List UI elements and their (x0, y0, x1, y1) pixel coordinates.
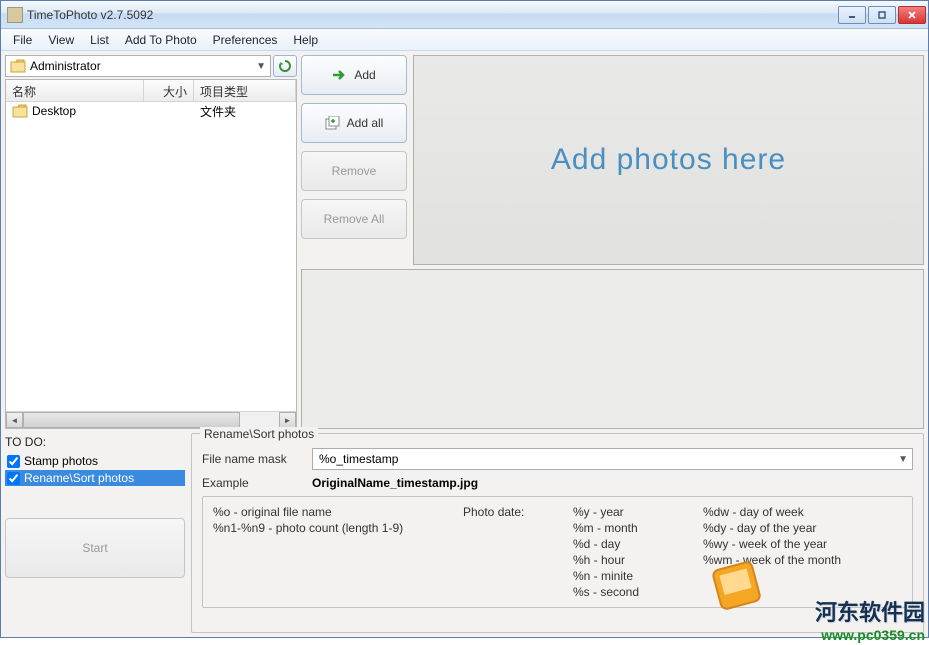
app-window: TimeToPhoto v2.7.5092 File View List Add… (0, 0, 929, 638)
menu-help[interactable]: Help (285, 31, 326, 49)
help-d: %d - day (573, 537, 673, 551)
todo-item-rename[interactable]: Rename\Sort photos (5, 470, 185, 486)
col-type[interactable]: 项目类型 (194, 80, 296, 101)
scroll-thumb[interactable] (23, 412, 240, 428)
example-value: OriginalName_timestamp.jpg (312, 476, 478, 490)
todo-list: Stamp photos Rename\Sort photos (5, 453, 185, 486)
todo-panel: TO DO: Stamp photos Rename\Sort photos S… (5, 433, 185, 633)
file-list-header: 名称 大小 项目类型 (6, 80, 296, 102)
remove-all-label: Remove All (324, 212, 385, 226)
titlebar: TimeToPhoto v2.7.5092 (1, 1, 928, 29)
todo-heading: TO DO: (5, 435, 185, 449)
horizontal-scrollbar[interactable]: ◄ ► (6, 411, 296, 428)
help-y: %y - year (573, 505, 673, 519)
col-size[interactable]: 大小 (144, 80, 194, 101)
menu-view[interactable]: View (40, 31, 82, 49)
start-button[interactable]: Start (5, 518, 185, 578)
menu-add-to-photo[interactable]: Add To Photo (117, 31, 205, 49)
maximize-button[interactable] (868, 6, 896, 24)
remove-all-button[interactable]: Remove All (301, 199, 407, 239)
stamp-label: Stamp photos (24, 454, 98, 468)
app-icon (7, 7, 23, 23)
help-dy: %dy - day of the year (703, 521, 841, 535)
scroll-left-icon[interactable]: ◄ (6, 412, 23, 428)
preview-placeholder: Add photos here (551, 143, 786, 177)
window-title: TimeToPhoto v2.7.5092 (27, 8, 838, 22)
rename-legend: Rename\Sort photos (200, 427, 318, 441)
refresh-button[interactable] (273, 55, 297, 77)
add-all-button[interactable]: Add all (301, 103, 407, 143)
file-browser: Administrator ▼ 名称 大小 项目类型 (5, 55, 297, 429)
scroll-right-icon[interactable]: ► (279, 412, 296, 428)
right-panel: Add Add all Remove Remove All (301, 55, 924, 429)
col-name[interactable]: 名称 (6, 80, 144, 101)
minimize-button[interactable] (838, 6, 866, 24)
start-label: Start (82, 541, 107, 555)
body: Administrator ▼ 名称 大小 项目类型 (1, 51, 928, 637)
menu-file[interactable]: File (5, 31, 40, 49)
help-wy: %wy - week of the year (703, 537, 841, 551)
add-button[interactable]: Add (301, 55, 407, 95)
file-name: Desktop (32, 104, 76, 118)
help-dw: %dw - day of week (703, 505, 841, 519)
add-label: Add (354, 68, 375, 82)
menu-list[interactable]: List (82, 31, 117, 49)
rename-panel: Rename\Sort photos File name mask %o_tim… (191, 433, 924, 633)
example-label: Example (202, 476, 312, 490)
remove-label: Remove (332, 164, 377, 178)
refresh-icon (278, 59, 292, 73)
dropdown-arrow-icon: ▼ (256, 61, 266, 72)
add-all-label: Add all (347, 116, 384, 130)
help-min: %n - minite (573, 569, 673, 583)
photo-date-header: Photo date: (463, 505, 543, 519)
path-combo[interactable]: Administrator ▼ (5, 55, 271, 77)
mask-help: %o - original file name %n1-%n9 - photo … (202, 496, 913, 608)
file-type: 文件夹 (194, 102, 296, 121)
bottom-area: TO DO: Stamp photos Rename\Sort photos S… (5, 433, 924, 633)
mask-value: %o_timestamp (319, 452, 398, 466)
path-text: Administrator (30, 59, 101, 73)
help-wm: %wm - week of the month (703, 553, 841, 567)
file-size (144, 110, 194, 112)
action-buttons: Add Add all Remove Remove All (301, 55, 407, 265)
preview-area[interactable]: Add photos here (413, 55, 924, 265)
top-area: Administrator ▼ 名称 大小 项目类型 (5, 55, 924, 429)
help-n: %n1-%n9 - photo count (length 1-9) (213, 521, 433, 535)
file-list-body[interactable]: Desktop 文件夹 (6, 102, 296, 411)
thumbnail-strip[interactable] (301, 269, 924, 429)
file-row[interactable]: Desktop 文件夹 (6, 102, 296, 120)
add-all-icon (325, 116, 341, 130)
close-button[interactable] (898, 6, 926, 24)
stamp-checkbox[interactable] (7, 455, 20, 468)
mask-input[interactable]: %o_timestamp ▼ (312, 448, 913, 470)
folder-icon (10, 59, 26, 73)
todo-item-stamp[interactable]: Stamp photos (5, 453, 185, 469)
menubar: File View List Add To Photo Preferences … (1, 29, 928, 51)
mask-label: File name mask (202, 452, 312, 466)
help-m: %m - month (573, 521, 673, 535)
help-o: %o - original file name (213, 505, 433, 519)
window-controls (838, 6, 926, 24)
rename-label: Rename\Sort photos (24, 471, 134, 485)
add-arrow-icon (332, 69, 348, 81)
dropdown-arrow-icon: ▼ (898, 454, 908, 465)
menu-preferences[interactable]: Preferences (205, 31, 286, 49)
scroll-track[interactable] (240, 412, 279, 428)
rename-checkbox[interactable] (7, 472, 20, 485)
remove-button[interactable]: Remove (301, 151, 407, 191)
file-list: 名称 大小 项目类型 Desktop 文件夹 (5, 79, 297, 429)
help-h: %h - hour (573, 553, 673, 567)
help-s: %s - second (573, 585, 673, 599)
folder-icon (12, 104, 28, 118)
